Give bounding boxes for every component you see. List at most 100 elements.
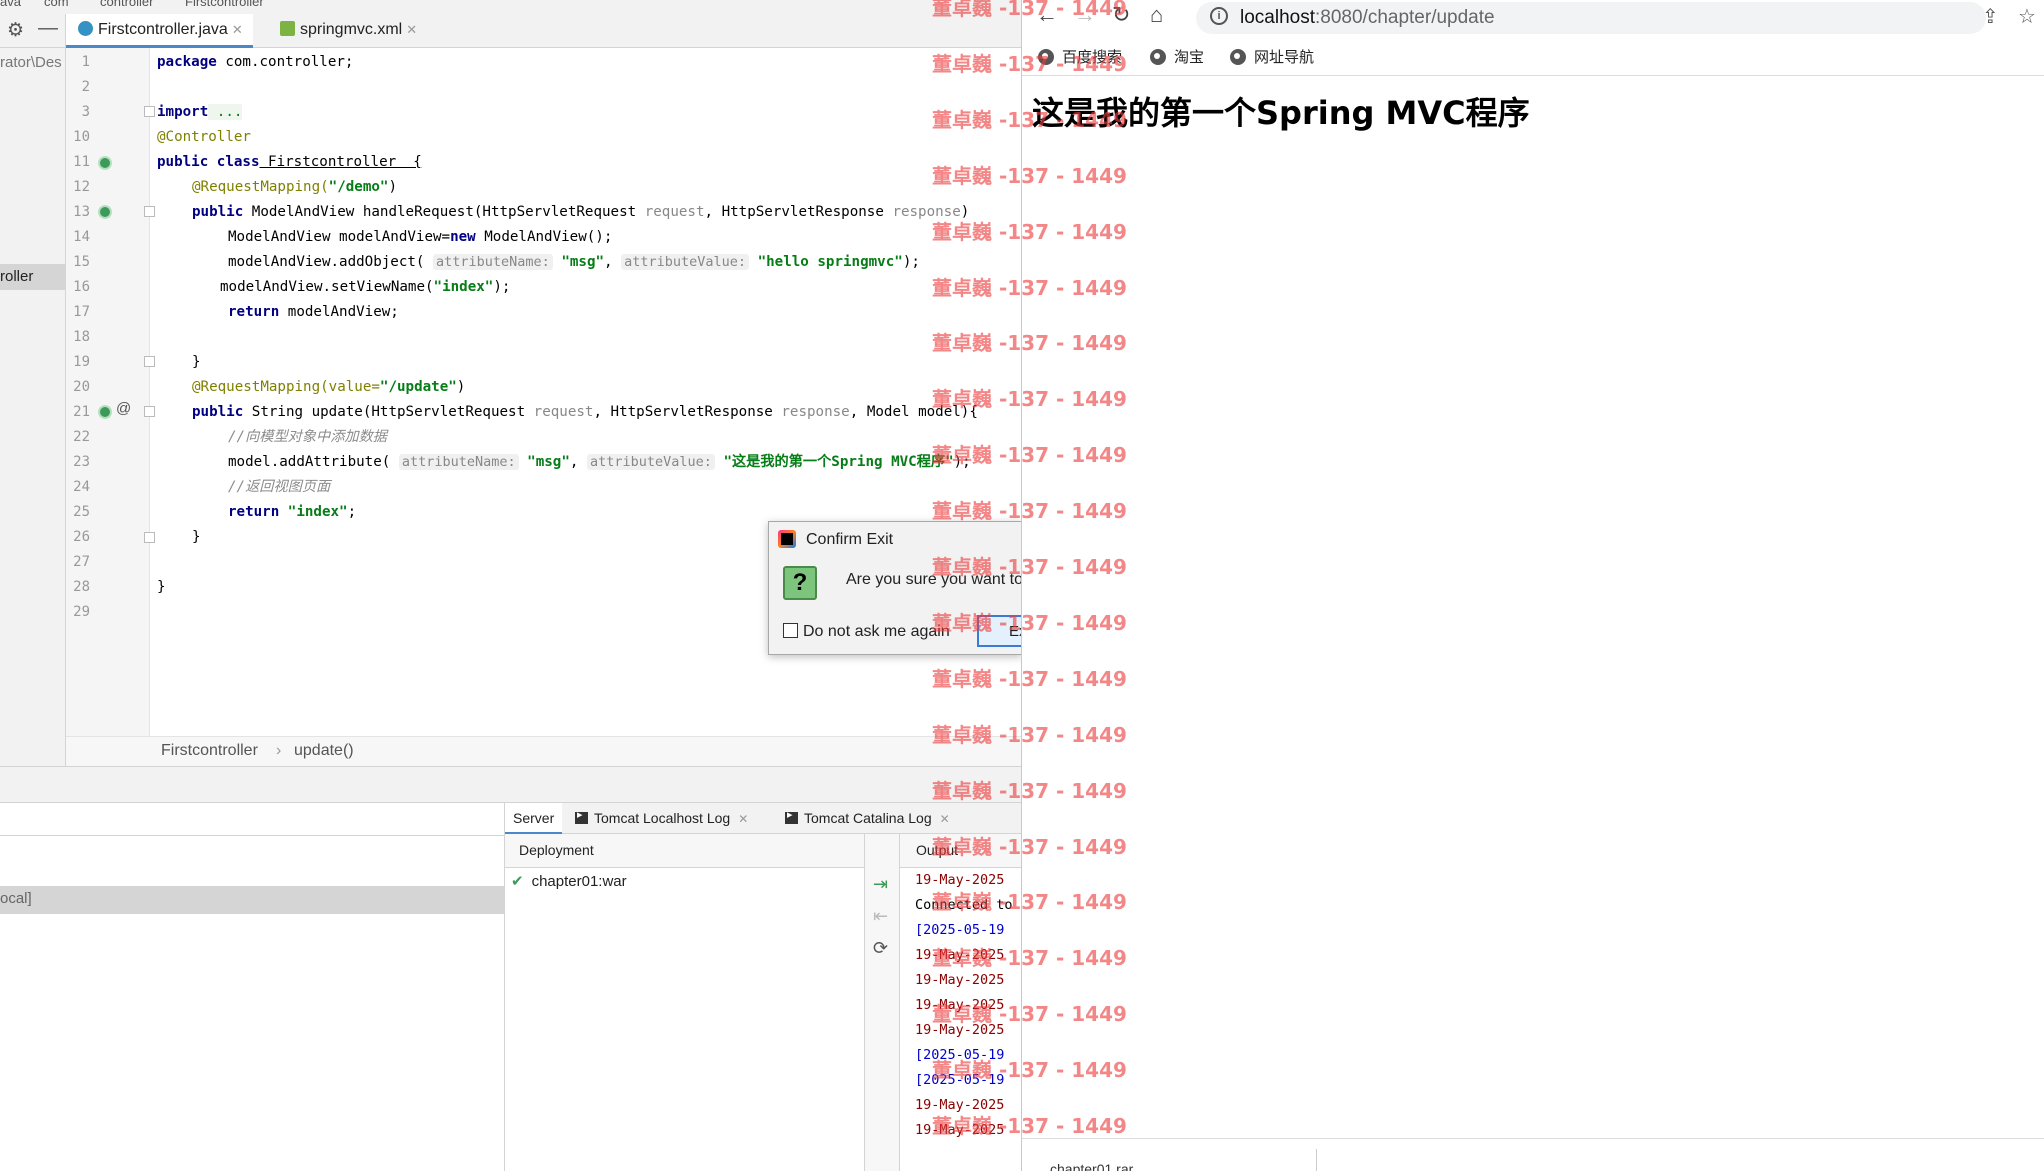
bookmark-item[interactable]: 淘宝: [1150, 46, 1204, 67]
breadcrumb-method[interactable]: update(): [294, 742, 354, 760]
code-line: @RequestMapping("/demo"): [192, 179, 398, 195]
divider-line: [1316, 1149, 1317, 1171]
code-line: }: [192, 354, 201, 370]
spring-bean-icon[interactable]: [98, 205, 112, 219]
line-number: 19: [73, 354, 90, 370]
checkbox-box[interactable]: [783, 623, 798, 638]
globe-icon: [1150, 49, 1166, 65]
line-number: 13: [73, 204, 90, 220]
code-line: }: [157, 579, 166, 595]
tab-server[interactable]: Server: [505, 803, 563, 835]
fold-marker-icon[interactable]: [144, 106, 155, 117]
code-line: ModelAndView modelAndView=new ModelAndVi…: [228, 229, 613, 245]
spring-bean-icon[interactable]: [98, 156, 112, 170]
deployment-item[interactable]: ✔ chapter01:war: [511, 872, 627, 890]
nav-crumb[interactable]: com: [44, 0, 69, 9]
watermark-text: 董卓巍 -137 - 1449: [932, 834, 1127, 859]
fold-marker-icon[interactable]: [144, 356, 155, 367]
share-icon[interactable]: ⇪: [1982, 4, 1999, 29]
deployment-list: ✔ chapter01:war: [505, 868, 864, 1171]
watermark-text: 董卓巍 -137 - 1449: [932, 163, 1127, 188]
project-selected-item[interactable]: roller: [0, 264, 66, 290]
line-number: 25: [73, 504, 90, 520]
output-line: 19-May-2025: [915, 972, 1005, 988]
project-pane: ⚙ — rator\Des roller: [0, 14, 66, 766]
fold-marker-icon[interactable]: [144, 406, 155, 417]
checkbox-label: Do not ask me again: [803, 623, 950, 640]
bookmark-item[interactable]: 网址导航: [1230, 46, 1314, 67]
undeploy-icon[interactable]: ⇤: [873, 906, 888, 927]
spring-bean-icon[interactable]: [98, 405, 112, 419]
code-line: @Controller: [157, 129, 251, 145]
watermark-text: 董卓巍 -137 - 1449: [932, 946, 1127, 971]
address-bar-row: ← → ↻ ⌂ i localhost:8080/chapter/update …: [1022, 0, 2044, 40]
top-nav-bar: ava com controller Firstcontroller: [0, 0, 1021, 14]
project-selected-label: roller: [0, 268, 34, 285]
home-icon[interactable]: ⌂: [1150, 2, 1163, 28]
log-console-icon: [575, 808, 588, 824]
line-number: 22: [73, 429, 90, 445]
breadcrumb-separator: ›: [276, 742, 282, 759]
fold-marker-icon[interactable]: [144, 206, 155, 217]
project-toolbar: ⚙ —: [0, 14, 66, 48]
watermark-text: 董卓巍 -137 - 1449: [932, 1058, 1127, 1083]
line-number: 28: [73, 579, 90, 595]
deployment-toolbar: ⇥ ⇤ ⟳: [864, 834, 900, 1171]
watermark-text: 董卓巍 -137 - 1449: [932, 0, 1127, 20]
watermark-text: 董卓巍 -137 - 1449: [932, 51, 1127, 76]
line-number: 10: [73, 129, 90, 145]
bookmark-star-icon[interactable]: ☆: [2018, 4, 2036, 29]
deployment-item-label: chapter01:war: [531, 873, 627, 890]
code-line: model.addAttribute( attributeName: "msg"…: [228, 454, 971, 470]
close-icon[interactable]: ✕: [940, 812, 950, 826]
do-not-ask-checkbox[interactable]: Do not ask me again: [783, 623, 950, 641]
deploy-icon[interactable]: ⇥: [873, 874, 888, 895]
line-number: 20: [73, 379, 90, 395]
intellij-app-icon: [778, 530, 796, 548]
nav-crumb[interactable]: ava: [0, 0, 21, 9]
tab-label: Server: [513, 810, 555, 826]
line-number: 3: [81, 104, 90, 120]
services-selected-node[interactable]: ocal]: [0, 886, 505, 914]
refresh-icon[interactable]: ⟳: [873, 938, 888, 959]
line-number: 2: [81, 79, 90, 95]
minimize-icon[interactable]: —: [38, 17, 58, 40]
line-number: 15: [73, 254, 90, 270]
download-item[interactable]: chapter01.rar: [1050, 1161, 1133, 1171]
line-number: 27: [73, 554, 90, 570]
watermark-text: 董卓巍 -137 - 1449: [932, 1114, 1127, 1138]
url-field[interactable]: i localhost:8080/chapter/update: [1196, 2, 1986, 34]
line-number: 24: [73, 479, 90, 495]
fold-marker-icon[interactable]: [144, 532, 155, 543]
nav-crumb[interactable]: controller: [100, 0, 153, 9]
tool-window-divider[interactable]: [0, 766, 1021, 802]
web-endpoint-icon[interactable]: @: [116, 400, 131, 417]
tab-tomcat-catalina-log[interactable]: Tomcat Catalina Log ✕: [777, 803, 958, 835]
services-tabbar: Server Tomcat Localhost Log ✕ Tomcat Cata…: [505, 802, 1021, 835]
line-number: 18: [73, 329, 90, 345]
watermark-text: 董卓巍 -137 - 1449: [932, 555, 1127, 579]
browser-window: ← → ↻ ⌂ i localhost:8080/chapter/update …: [1022, 0, 2044, 1171]
bookmark-label: 淘宝: [1174, 49, 1205, 66]
tab-firstcontroller[interactable]: Firstcontroller.java ✕: [66, 14, 253, 48]
project-path-fragment: rator\Des: [0, 54, 62, 71]
site-info-icon[interactable]: i: [1210, 7, 1228, 25]
gear-icon[interactable]: ⚙: [7, 19, 24, 42]
line-number: 11: [73, 154, 90, 170]
breadcrumb-class[interactable]: Firstcontroller: [161, 742, 258, 760]
tab-springmvc-xml[interactable]: springmvc.xml ✕: [268, 14, 427, 48]
output-line: [2025-05-19: [915, 922, 1005, 938]
code-line: public class Firstcontroller {: [157, 154, 422, 170]
watermark-text: 董卓巍 -137 - 1449: [932, 331, 1127, 356]
tab-tomcat-localhost-log[interactable]: Tomcat Localhost Log ✕: [567, 803, 756, 835]
close-icon[interactable]: ✕: [406, 22, 417, 37]
globe-icon: [1230, 49, 1246, 65]
services-tree: ocal]: [0, 802, 505, 1171]
watermark-text: 董卓巍 -137 - 1449: [932, 890, 1127, 915]
code-line: import ...: [157, 104, 243, 120]
close-icon[interactable]: ✕: [738, 812, 748, 826]
code-line: modelAndView.addObject( attributeName: "…: [228, 254, 920, 270]
code-line: public String update(HttpServletRequest …: [192, 404, 978, 420]
nav-crumb[interactable]: Firstcontroller: [185, 0, 264, 9]
close-icon[interactable]: ✕: [232, 22, 243, 37]
